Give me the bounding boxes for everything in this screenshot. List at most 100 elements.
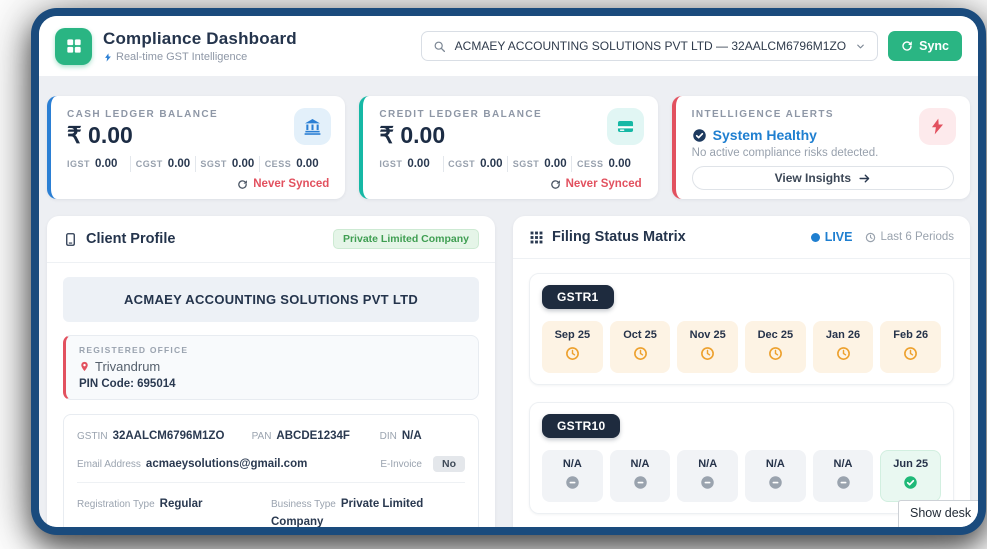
chevron-down-icon <box>855 41 866 52</box>
refresh-icon <box>550 179 561 190</box>
credit-card-icon <box>606 108 644 145</box>
filing-cell[interactable]: N/A <box>609 450 671 502</box>
periods-label: Last 6 Periods <box>880 231 954 243</box>
filing-status-body: GSTR1 Sep 25 Oct 25 Nov 25 Dec 25 Jan 26… <box>513 259 970 527</box>
period-label: Sep 25 <box>554 329 591 341</box>
filing-cell[interactable]: Jun 25 <box>880 450 942 502</box>
view-insights-button[interactable]: View Insights <box>691 166 954 190</box>
view-insights-label: View Insights <box>774 171 852 185</box>
tooltip-text: Show desk <box>910 506 972 520</box>
live-indicator: LIVE <box>810 230 853 244</box>
filing-cell[interactable]: Nov 25 <box>677 321 739 373</box>
breakdown-value: 0.00 <box>608 158 631 170</box>
tax-breakdown: IGST 0.00 CGST 0.00 SGST 0.00 CESS 0.00 <box>67 156 329 172</box>
field-label: Registration Type <box>77 499 155 510</box>
system-health-status: System Healthy <box>692 127 954 143</box>
pin-code: PIN Code: 695014 <box>79 378 176 390</box>
period-label: N/A <box>698 458 718 470</box>
field-label: PAN <box>251 431 272 442</box>
clock-icon <box>768 346 783 361</box>
period-label: Oct 25 <box>623 329 657 341</box>
breakdown-item: CESS 0.00 <box>572 158 635 170</box>
location-pin-icon <box>79 360 90 373</box>
search-icon <box>433 40 446 53</box>
registered-office-city: Trivandrum <box>79 359 465 374</box>
breakdown-label: CGST <box>448 159 476 169</box>
field-value: 32AALCM6796M1ZO <box>112 430 225 442</box>
app-window-frame: Compliance Dashboard Real-time GST Intel… <box>31 8 986 535</box>
breakdown-item: IGST 0.00 <box>67 158 130 170</box>
field-value: Regular <box>159 498 203 510</box>
details-row: Email Address acmaeysolutions@gmail.com E… <box>77 454 465 472</box>
client-profile-header: Client Profile Private Limited Company <box>47 216 495 263</box>
card-title: CREDIT LEDGER BALANCE <box>379 109 543 120</box>
clock-icon <box>903 346 918 361</box>
period-label: N/A <box>765 458 785 470</box>
registration-type-field: Registration Type Regular <box>77 494 271 527</box>
filing-cell[interactable]: Feb 26 <box>880 321 942 373</box>
filing-cell[interactable]: N/A <box>677 450 739 502</box>
bolt-icon <box>918 108 956 145</box>
breakdown-value: 0.00 <box>296 158 319 170</box>
breakdown-label: CESS <box>264 159 292 169</box>
breakdown-item: CESS 0.00 <box>260 158 323 170</box>
sync-status: Never Synced <box>237 178 329 190</box>
filing-cells: N/A N/A N/A N/A N/A Jun 25 <box>542 450 942 502</box>
details-row: GSTIN 32AALCM6796M1ZO PAN ABCDE1234F DIN N/… <box>77 426 465 444</box>
business-type-field: Business Type Private Limited Company <box>271 494 465 527</box>
intelligence-alerts-card: INTELLIGENCE ALERTS System Healthy No ac… <box>671 96 970 199</box>
period-label: N/A <box>562 458 582 470</box>
brand-text: Compliance Dashboard Real-time GST Intel… <box>103 29 297 63</box>
breakdown-item: SGST 0.00 <box>508 158 571 170</box>
periods-indicator: Last 6 Periods <box>865 231 954 243</box>
refresh-icon <box>901 40 913 52</box>
grid-icon <box>529 230 544 245</box>
bank-icon <box>294 108 332 145</box>
bolt-icon <box>103 52 113 63</box>
cash-ledger-card: CASH LEDGER BALANCE ₹ 0.00 IGST 0.00 CGST… <box>47 96 346 199</box>
clock-icon <box>865 232 876 243</box>
breakdown-value: 0.00 <box>231 158 255 170</box>
field-label: GSTIN <box>77 431 108 442</box>
filing-cell[interactable]: Dec 25 <box>745 321 806 373</box>
sync-status-text: Never Synced <box>253 178 330 190</box>
show-desktop-tooltip: Show desk <box>898 500 978 527</box>
gstr10-badge: GSTR10 <box>542 414 621 438</box>
period-label: Nov 25 <box>689 329 726 341</box>
registered-office-label: REGISTERED OFFICE <box>79 345 189 355</box>
tablet-icon <box>63 232 78 247</box>
filing-cell[interactable]: N/A <box>542 450 603 502</box>
client-selector-dropdown[interactable]: ACMAEY ACCOUNTING SOLUTIONS PVT LTD — 32… <box>420 31 879 61</box>
client-profile-body: ACMAEY ACCOUNTING SOLUTIONS PVT LTD REGI… <box>47 263 495 527</box>
page-title: Compliance Dashboard <box>103 29 297 48</box>
filing-cell[interactable]: Sep 25 <box>542 321 603 373</box>
compliance-dashboard-app: Compliance Dashboard Real-time GST Intel… <box>39 16 978 527</box>
live-dot-icon <box>810 232 820 242</box>
filing-cell[interactable]: Oct 25 <box>609 321 671 373</box>
arrow-right-icon <box>858 172 871 185</box>
clock-icon <box>700 346 715 361</box>
filing-cell[interactable]: Jan 26 <box>812 321 874 373</box>
live-label: LIVE <box>824 230 853 244</box>
breakdown-label: SGST <box>200 159 227 169</box>
breakdown-item: IGST 0.00 <box>379 158 442 170</box>
period-label: Feb 26 <box>893 329 929 341</box>
top-actions: ACMAEY ACCOUNTING SOLUTIONS PVT LTD — 32… <box>420 31 962 61</box>
ledger-amount: ₹ 0.00 <box>379 122 446 148</box>
filing-cell[interactable]: N/A <box>812 450 874 502</box>
field-value: ABCDE1234F <box>276 430 350 442</box>
din-field: DIN N/A <box>380 426 465 444</box>
top-bar: Compliance Dashboard Real-time GST Intel… <box>39 16 978 76</box>
city-text: Trivandrum <box>95 359 161 374</box>
breakdown-value: 0.00 <box>167 158 191 170</box>
clock-icon <box>836 346 851 361</box>
breakdown-label: CESS <box>577 159 604 169</box>
filing-cell[interactable]: N/A <box>745 450 806 502</box>
refresh-icon <box>237 179 248 190</box>
check-circle-icon <box>692 128 707 143</box>
card-title: INTELLIGENCE ALERTS <box>691 109 834 120</box>
sync-button[interactable]: Sync <box>888 31 962 61</box>
sync-button-label: Sync <box>919 39 949 53</box>
filing-group-gstr1: GSTR1 Sep 25 Oct 25 Nov 25 Dec 25 Jan 26… <box>529 273 954 385</box>
period-label: N/A <box>630 458 650 470</box>
